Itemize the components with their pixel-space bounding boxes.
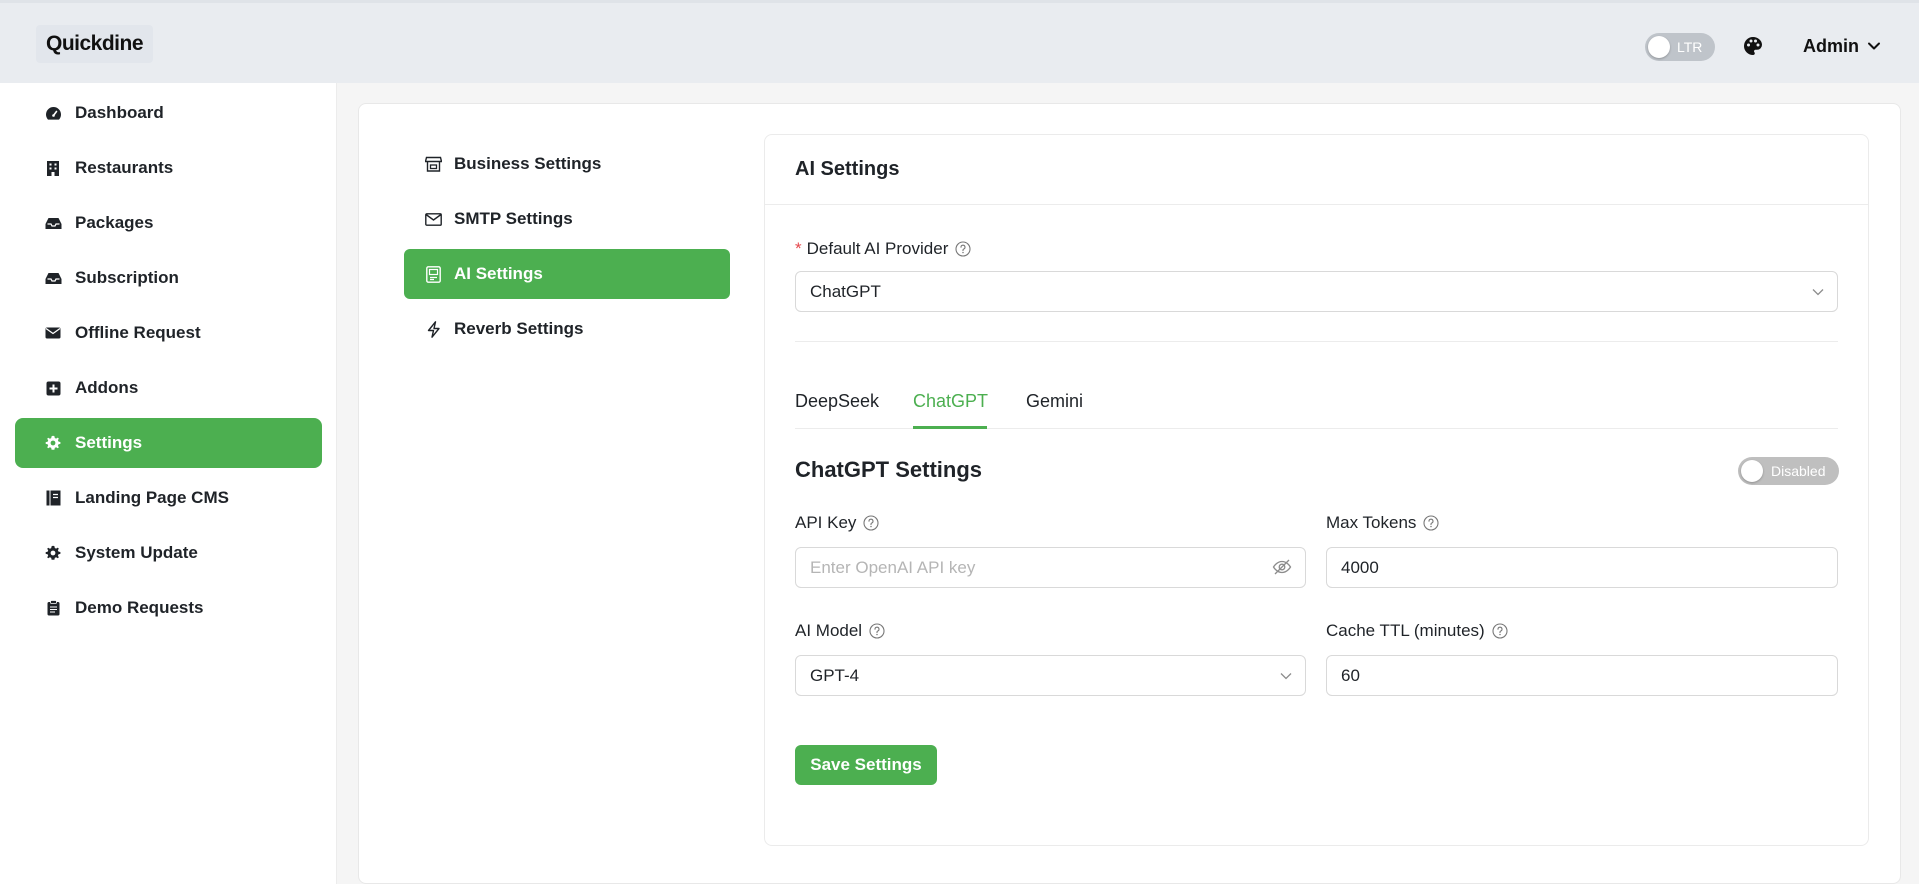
gear-icon [44, 434, 62, 452]
sidebar-item-label: System Update [75, 543, 198, 562]
sidebar-item-system-update[interactable]: System Update [15, 528, 322, 578]
mail-icon [424, 210, 442, 228]
inbox-icon [44, 214, 62, 232]
max-tokens-label: Max Tokens [1326, 513, 1417, 532]
default-provider-label-row: * Default AI Provider [795, 237, 971, 261]
toggle-knob [1648, 36, 1670, 58]
sidebar-item-settings[interactable]: Settings [15, 418, 322, 468]
user-menu-label: Admin [1803, 35, 1859, 56]
api-key-label: API Key [795, 513, 857, 532]
help-icon[interactable] [869, 623, 885, 639]
direction-toggle-label: LTR [1677, 39, 1703, 55]
ai-model-label: AI Model [795, 621, 863, 640]
sidebar-item-packages[interactable]: Packages [15, 198, 322, 248]
cache-ttl-input[interactable] [1326, 655, 1838, 696]
user-menu[interactable]: Admin [1803, 34, 1881, 58]
sidebar-item-label: Subscription [75, 268, 179, 287]
cache-ttl-label-row: Cache TTL (minutes) [1326, 619, 1508, 643]
settings-nav-ai[interactable]: AI Settings [404, 249, 730, 299]
chevron-down-icon [1868, 42, 1880, 50]
save-settings-button[interactable]: Save Settings [795, 745, 937, 785]
chevron-down-icon [1812, 289, 1824, 296]
palette-icon[interactable] [1741, 34, 1765, 58]
book-icon [44, 489, 62, 507]
envelope-icon [44, 324, 62, 342]
chevron-down-icon [1280, 673, 1292, 680]
ai-model-label-row: AI Model [795, 619, 885, 643]
api-key-label-row: API Key [795, 511, 879, 535]
help-icon[interactable] [863, 515, 879, 531]
building-icon [44, 159, 62, 177]
max-tokens-input[interactable] [1326, 547, 1838, 588]
active-tab-indicator [913, 426, 987, 429]
shop-icon [424, 155, 442, 173]
eye-slash-icon[interactable] [1272, 557, 1292, 577]
settings-nav-label: Reverb Settings [454, 319, 584, 338]
page-title: AI Settings [795, 158, 900, 180]
sidebar-item-restaurants[interactable]: Restaurants [15, 143, 322, 193]
sidebar-item-label: Landing Page CMS [75, 488, 229, 507]
robot-icon [424, 265, 442, 283]
default-provider-select[interactable]: ChatGPT [795, 271, 1838, 312]
gear-icon [44, 544, 62, 562]
cache-ttl-label: Cache TTL (minutes) [1326, 621, 1485, 640]
inbox-icon [44, 269, 62, 287]
help-icon[interactable] [1492, 623, 1508, 639]
sidebar-item-label: Packages [75, 213, 154, 232]
settings-nav-smtp[interactable]: SMTP Settings [404, 194, 730, 244]
lightning-icon [424, 320, 442, 338]
settings-nav-label: Business Settings [454, 154, 602, 173]
section-title: ChatGPT Settings [795, 457, 983, 482]
sidebar-item-label: Demo Requests [75, 598, 204, 617]
clipboard-icon [44, 599, 62, 617]
enable-toggle[interactable]: Disabled [1738, 457, 1839, 485]
sidebar-item-landing-page-cms[interactable]: Landing Page CMS [15, 473, 322, 523]
api-key-input[interactable] [795, 547, 1306, 588]
default-provider-value: ChatGPT [810, 281, 881, 301]
sidebar: Dashboard Restaurants Packages Subscript… [0, 83, 337, 884]
sidebar-item-label: Addons [75, 378, 139, 397]
ai-model-select[interactable]: GPT-4 [795, 655, 1306, 696]
max-tokens-label-row: Max Tokens [1326, 511, 1439, 535]
settings-nav-label: AI Settings [454, 264, 543, 283]
sidebar-item-demo-requests[interactable]: Demo Requests [15, 583, 322, 633]
tab-gemini[interactable]: Gemini [1026, 391, 1083, 412]
sidebar-item-addons[interactable]: Addons [15, 363, 322, 413]
enable-toggle-label: Disabled [1771, 463, 1826, 479]
sidebar-item-dashboard[interactable]: Dashboard [15, 88, 322, 138]
divider [765, 204, 1868, 205]
sidebar-item-label: Dashboard [75, 103, 164, 122]
help-icon[interactable] [1423, 515, 1439, 531]
sidebar-item-offline-request[interactable]: Offline Request [15, 308, 322, 358]
sidebar-item-subscription[interactable]: Subscription [15, 253, 322, 303]
sidebar-item-label: Settings [75, 433, 143, 452]
tab-chatgpt[interactable]: ChatGPT [913, 391, 988, 412]
settings-nav-business[interactable]: Business Settings [404, 139, 730, 189]
settings-nav-reverb[interactable]: Reverb Settings [404, 304, 730, 354]
dashboard-icon [44, 104, 62, 122]
ai-model-value: GPT-4 [810, 665, 860, 685]
help-icon[interactable] [955, 241, 971, 257]
app-logo[interactable]: Quickdine [36, 25, 154, 63]
toggle-knob [1741, 460, 1763, 482]
default-provider-label: Default AI Provider [806, 239, 949, 258]
sidebar-item-label: Restaurants [75, 158, 174, 177]
plus-square-icon [44, 379, 62, 397]
divider [795, 341, 1838, 342]
tab-deepseek[interactable]: DeepSeek [795, 391, 879, 412]
settings-nav-label: SMTP Settings [454, 209, 573, 228]
direction-toggle[interactable]: LTR [1645, 33, 1715, 61]
required-marker: * [795, 239, 802, 258]
top-bar: Quickdine LTR Admin [0, 0, 1919, 83]
sidebar-item-label: Offline Request [75, 323, 201, 342]
